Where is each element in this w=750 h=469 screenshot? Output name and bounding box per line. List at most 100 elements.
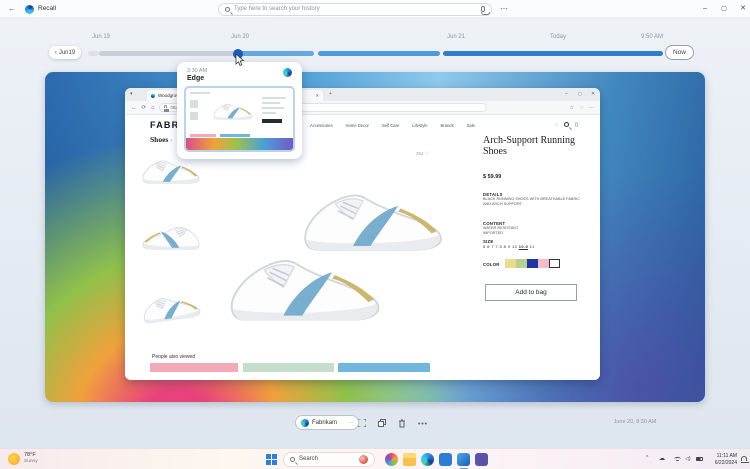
weather-sun-icon[interactable] [8,453,20,465]
size-selected[interactable]: 10.5 [519,244,528,249]
clock-time: 11:11 AM [705,453,737,460]
chevron-left-icon: ‹ [55,50,57,56]
profile-icon[interactable]: ◌ [580,105,583,111]
timeline-label: Jun 20 [231,34,249,40]
edge-icon[interactable] [421,453,434,466]
weather-condition[interactable]: Sunny [24,459,38,464]
also-viewed-heading: People also viewed [152,354,195,360]
taskbar-search[interactable]: Search [283,452,375,467]
search-placeholder: Type here to search your history [234,6,477,12]
taskbar-search-label: Search [299,456,355,462]
taskbar-clock[interactable]: 11:11 AM 6/22/2024 [705,453,737,467]
notification-bell-icon[interactable] [741,456,747,461]
maximize-button[interactable]: ▢ [716,0,732,18]
browser-minimize-icon[interactable]: – [565,91,568,97]
snapshot-preview-tooltip[interactable]: 3:30 AM Edge [177,62,302,159]
jump-to-date-button[interactable]: ‹ Jun19 [49,46,81,59]
color-swatch-pink[interactable] [538,259,549,268]
nav-item-lifestyle[interactable]: Lifestyle [412,123,427,128]
breadcrumb[interactable]: Shoes › [150,135,172,144]
timeline-label: Jun 21 [447,34,465,40]
minimize-button[interactable]: – [697,0,713,18]
store-icon[interactable] [439,453,452,466]
back-icon[interactable]: ← [8,0,16,18]
snapshot-more-button[interactable] [416,417,428,429]
color-swatch-green[interactable] [516,259,527,268]
timeline-label: Jun 19 [92,34,110,40]
browser-more-icon[interactable]: ⋯ [589,105,594,111]
also-viewed-card[interactable] [338,363,430,372]
close-button[interactable]: ✕ [735,0,750,18]
weather-temp[interactable]: 78°F [24,452,36,458]
product-thumbnail[interactable] [140,283,202,338]
search-icon [225,7,230,12]
color-swatch-yellow[interactable] [505,259,516,268]
mic-icon[interactable] [481,6,485,12]
browser-refresh-icon[interactable]: ⟳ [142,105,147,111]
recall-titlebar: ← Recall Type here to search your histor… [0,0,750,18]
browser-home-icon[interactable]: ⌂ [151,105,154,111]
snapshot-preview-thumbnail[interactable] [184,86,295,152]
delete-snapshot-button[interactable] [396,417,408,429]
product-main-image[interactable] [220,148,450,358]
product-thumbnail[interactable] [140,215,202,264]
snapshot-app-label: Fabrikam [312,420,337,426]
search-highlight-icon [359,455,368,464]
sizes-text: 11 [528,244,534,249]
start-button[interactable] [266,454,277,465]
also-viewed-card[interactable] [150,363,238,372]
now-button[interactable]: Now [665,45,694,60]
timeline-segment[interactable] [237,51,314,56]
chevron-right-icon: › [170,138,172,144]
bag-icon[interactable]: ▯ [575,122,578,128]
nav-item-home-decor[interactable]: Home Decor [345,123,369,128]
sizes-text: 5 6 7 7.5 8 9 10 [483,244,519,249]
nav-item-accessories[interactable]: Accessories [310,123,333,128]
snapshot-app-pill[interactable]: Fabrikam ⋯ [295,415,359,430]
edge-icon [283,68,292,77]
snapshot-time: 3:30 AM [187,68,207,74]
color-swatch-navy[interactable] [527,259,538,268]
browser-back-icon[interactable]: ← [131,105,137,111]
tab-favicon-icon [151,94,155,98]
teams-icon[interactable] [475,453,488,466]
app-title: Recall [38,5,56,12]
store-search-icon[interactable] [564,122,569,127]
browser-close-icon[interactable]: ✕ [591,91,595,97]
timeline-track-past[interactable] [88,51,99,56]
tab-actions-icon[interactable]: ▾ [130,91,133,97]
content-line: IMPORTED [483,231,580,236]
snapshot-app-name: Edge [187,75,204,82]
nav-item-sale[interactable]: Sale [467,123,475,128]
also-viewed-card[interactable] [243,363,334,372]
timeline-segment[interactable] [318,51,440,56]
copilot-icon[interactable] [385,453,398,466]
new-tab-button[interactable]: + [329,91,332,97]
search-icon [290,457,295,462]
nav-item-self-care[interactable]: Self Care [382,123,399,128]
size-options[interactable]: 5 6 7 7.5 8 9 10 10.5 11 [483,244,580,249]
jump-date-label: Jun19 [59,50,75,56]
browser-maximize-icon[interactable]: ▢ [578,91,582,96]
recall-icon[interactable] [457,453,470,466]
history-search-input[interactable]: Type here to search your history [218,3,492,16]
nav-item-brands[interactable]: Brands [440,123,453,128]
details-text: BLACK RUNNING SHOES WITH BREATHABLE FABR… [483,197,580,207]
volume-icon[interactable]: ◁) [685,456,691,462]
wifi-icon[interactable] [674,457,681,464]
account-icon[interactable]: ◌ [555,122,558,128]
timeline-segment[interactable] [443,51,663,56]
more-options-icon[interactable]: ⋯ [500,0,508,18]
tray-chevron-icon[interactable]: ^ [646,455,648,461]
timeline-track-past[interactable] [99,51,237,56]
copy-snapshot-button[interactable] [376,417,388,429]
mouse-cursor-icon [235,54,245,66]
battery-icon[interactable] [696,457,703,461]
add-to-bag-button[interactable]: Add to bag [485,284,577,301]
color-swatch-white[interactable] [549,259,560,268]
pill-more-icon[interactable]: ⋯ [348,420,353,426]
favorites-star-icon[interactable]: ☆ [570,105,574,111]
file-explorer-icon[interactable] [403,453,416,466]
onedrive-cloud-icon[interactable]: ☁ [659,455,665,462]
tab-close-icon[interactable]: ✕ [316,93,319,98]
